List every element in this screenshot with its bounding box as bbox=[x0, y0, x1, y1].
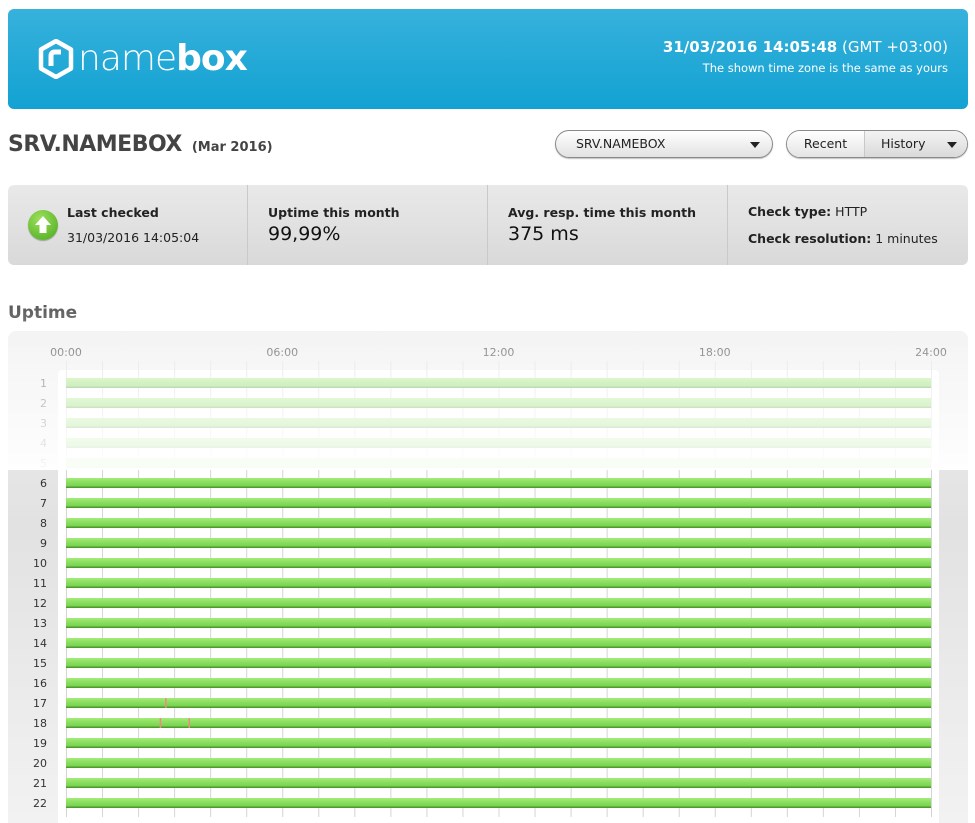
x-tick-label: 24:00 bbox=[915, 346, 947, 359]
uptime-bar-edge bbox=[66, 486, 931, 488]
day-label: 15 bbox=[33, 657, 47, 670]
uptime-bar-edge bbox=[66, 406, 931, 408]
uptime-bar-edge bbox=[66, 766, 931, 768]
day-label: 1 bbox=[40, 377, 47, 390]
day-label: 4 bbox=[40, 437, 47, 450]
uptime-bar-edge bbox=[66, 466, 931, 468]
x-tick-label: 06:00 bbox=[266, 346, 298, 359]
day-label: 7 bbox=[40, 497, 47, 510]
uptime-bar-edge bbox=[66, 666, 931, 668]
day-label: 14 bbox=[33, 637, 47, 650]
uptime-bar-edge bbox=[66, 606, 931, 608]
uptime-bar-edge bbox=[66, 786, 931, 788]
outage-mark bbox=[165, 698, 167, 708]
uptime-bar-edge bbox=[66, 526, 931, 528]
day-label: 22 bbox=[33, 797, 47, 810]
uptime-bar-edge bbox=[66, 426, 931, 428]
day-label: 18 bbox=[33, 717, 47, 730]
uptime-bar-edge bbox=[66, 546, 931, 548]
day-label: 8 bbox=[40, 517, 47, 530]
day-label: 5 bbox=[40, 457, 47, 470]
uptime-bar-edge bbox=[66, 586, 931, 588]
outage-mark bbox=[188, 718, 191, 728]
day-label: 12 bbox=[33, 597, 47, 610]
uptime-bar-edge bbox=[66, 646, 931, 648]
uptime-bar-edge bbox=[66, 626, 931, 628]
day-label: 3 bbox=[40, 417, 47, 430]
uptime-bar-edge bbox=[66, 706, 931, 708]
day-label: 2 bbox=[40, 397, 47, 410]
day-label: 10 bbox=[33, 557, 47, 570]
uptime-bar-edge bbox=[66, 506, 931, 508]
x-tick-label: 12:00 bbox=[483, 346, 515, 359]
x-tick-label: 00:00 bbox=[50, 346, 82, 359]
day-label: 6 bbox=[40, 477, 47, 490]
uptime-bar-edge bbox=[66, 746, 931, 748]
uptime-bar-edge bbox=[66, 806, 931, 808]
outage-mark bbox=[159, 718, 162, 728]
day-label: 16 bbox=[33, 677, 47, 690]
uptime-chart: 00:00 06:00 12:00 18:00 24:00123456789101112… bbox=[33, 346, 947, 823]
uptime-bar-edge bbox=[66, 686, 931, 688]
uptime-bar-edge bbox=[66, 726, 931, 728]
day-label: 11 bbox=[33, 577, 47, 590]
uptime-bar-edge bbox=[66, 566, 931, 568]
day-label: 17 bbox=[33, 697, 47, 710]
day-label: 20 bbox=[33, 757, 47, 770]
day-label: 13 bbox=[33, 617, 47, 630]
day-label: 9 bbox=[40, 537, 47, 550]
day-label: 21 bbox=[33, 777, 47, 790]
uptime-bar-edge bbox=[66, 446, 931, 448]
uptime-bar-edge bbox=[66, 386, 931, 388]
x-tick-label: 18:00 bbox=[699, 346, 731, 359]
day-label: 19 bbox=[33, 737, 47, 750]
